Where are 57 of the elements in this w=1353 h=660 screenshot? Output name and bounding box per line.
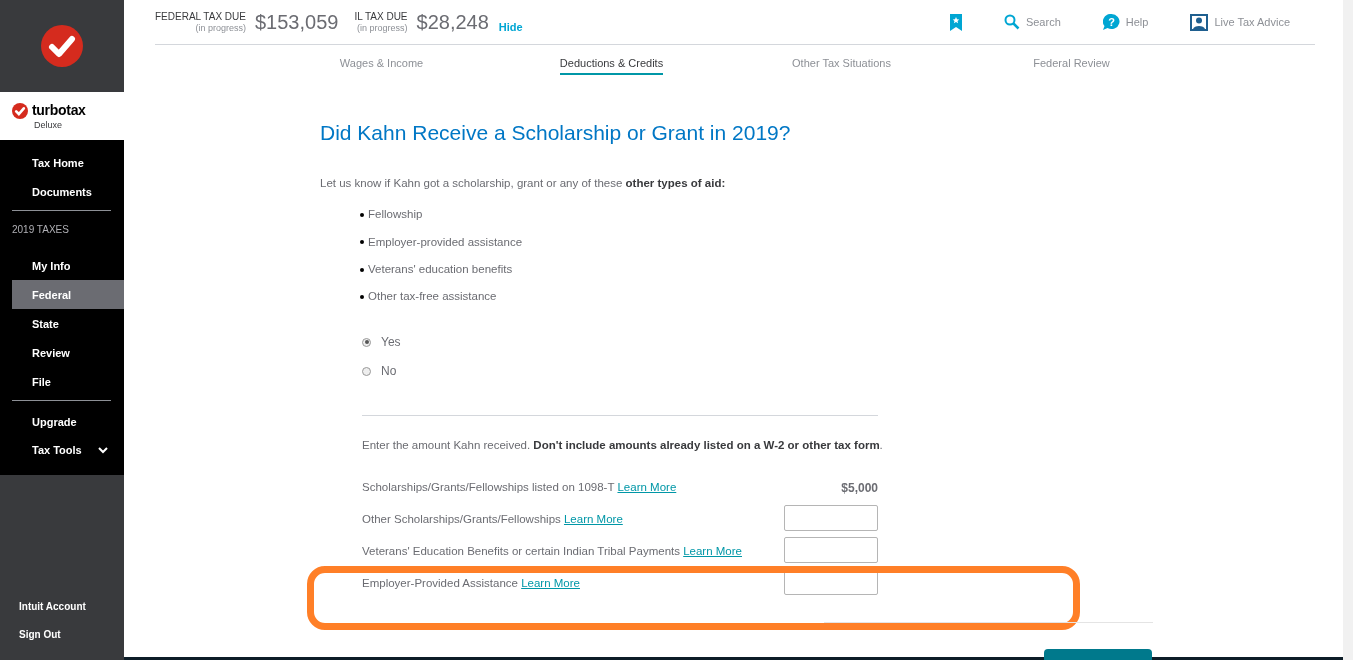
- nav-item[interactable]: Review: [12, 338, 111, 367]
- nav-item[interactable]: Tax Home: [12, 148, 111, 177]
- brand-name: turbotax: [32, 101, 86, 120]
- field-label: Veterans' Education Benefits or certain Indian Tribal Payments Learn More: [362, 543, 742, 559]
- checkmark-logo-icon: [41, 25, 83, 67]
- nav-item[interactable]: State: [12, 309, 111, 338]
- search-link[interactable]: Search: [1003, 13, 1061, 31]
- radio-option[interactable]: No: [362, 362, 880, 381]
- tax-label: IL TAX DUE: [354, 10, 408, 22]
- tab[interactable]: Federal Review: [956, 54, 1187, 72]
- learn-more-link[interactable]: Learn More: [563, 512, 623, 525]
- account-link[interactable]: Sign Out: [19, 620, 124, 648]
- intro-text: Let us know if Kahn got a scholarship, grant or any of these other types of aid:: [320, 176, 727, 192]
- page-title: Did Kahn Receive a Scholarship or Grant in 2019?: [320, 120, 792, 146]
- amount-input[interactable]: [784, 504, 878, 531]
- bookmark-icon[interactable]: [949, 13, 962, 31]
- status-note: (in progress): [194, 22, 246, 34]
- section-heading: 2019 TAXES: [12, 223, 70, 237]
- tax-label: FEDERAL TAX DUE: [155, 10, 246, 22]
- person-icon: [1190, 13, 1209, 31]
- search-icon: [1003, 14, 1020, 30]
- advice-link[interactable]: Live Tax Advice: [1190, 13, 1290, 31]
- bullet-icon: [360, 267, 364, 272]
- amount-input[interactable]: [784, 536, 878, 563]
- list-item: Employer-provided assistance: [368, 234, 523, 250]
- tab[interactable]: Deductions & Credits: [496, 54, 727, 72]
- help-icon: ?: [1102, 14, 1120, 30]
- list-item: Other tax-free assistance: [368, 289, 497, 305]
- nav-item[interactable]: My Info: [12, 251, 111, 280]
- list-item: Veterans' education benefits: [368, 261, 513, 277]
- nav-item[interactable]: File: [12, 367, 111, 396]
- checkmark-logo-icon: [12, 102, 28, 119]
- account-link[interactable]: Intuit Account: [19, 592, 124, 620]
- list-item: Fellowship: [368, 207, 423, 223]
- nav-menu[interactable]: Tax Tools: [12, 436, 124, 465]
- bullet-icon: [360, 240, 364, 245]
- learn-more-link[interactable]: Learn More: [683, 544, 742, 557]
- field-label: Employer-Provided Assistance Learn More: [362, 575, 580, 591]
- tab[interactable]: Wages & Income: [266, 54, 497, 72]
- learn-more-link[interactable]: Learn More: [617, 480, 677, 493]
- edition-label: Deluxe: [34, 121, 63, 130]
- field-label: Scholarships/Grants/Fellowships listed on 1098-T Learn More: [362, 479, 677, 495]
- help-link[interactable]: ? Help: [1102, 13, 1149, 31]
- hide-link[interactable]: Hide: [498, 18, 523, 35]
- nav-item[interactable]: Federal: [12, 280, 124, 309]
- tax-amount: $28,248: [416, 10, 489, 35]
- nav-item[interactable]: Upgrade: [12, 407, 111, 436]
- tab[interactable]: Other Tax Situations: [726, 54, 957, 72]
- bullet-icon: [360, 213, 364, 218]
- tax-amount: $153,059: [254, 10, 339, 35]
- status-note: (in progress): [356, 22, 408, 34]
- radio-option[interactable]: Yes: [362, 333, 880, 352]
- amount-value: $5,000: [841, 479, 878, 497]
- bullet-icon: [360, 294, 364, 299]
- nav-item[interactable]: Documents: [12, 177, 111, 206]
- learn-more-link[interactable]: Learn More: [521, 576, 580, 589]
- field-label: Other Scholarships/Grants/Fellowships Learn More: [362, 511, 623, 527]
